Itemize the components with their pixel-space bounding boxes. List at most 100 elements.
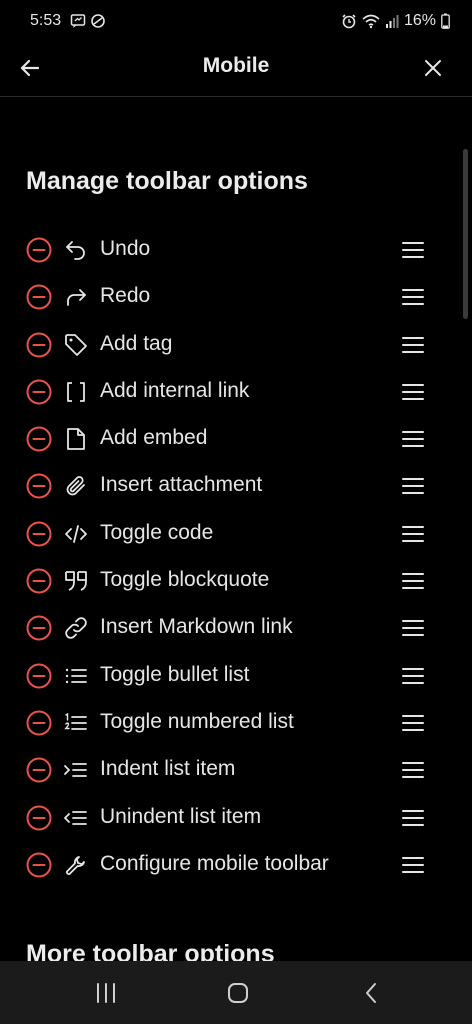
drag-handle-icon xyxy=(402,856,424,873)
drag-handle[interactable] xyxy=(400,710,426,736)
toolbar-item-add-tag: Add tag xyxy=(0,322,472,369)
drag-handle-icon xyxy=(402,525,424,542)
drag-handle-icon xyxy=(402,809,424,826)
drag-handle[interactable] xyxy=(400,473,426,499)
drag-handle[interactable] xyxy=(400,568,426,594)
toolbar-item-label: Undo xyxy=(100,237,151,260)
toolbar-item-insert-markdown-link: Insert Markdown link xyxy=(0,605,472,652)
minus-circle-icon xyxy=(26,615,52,641)
remove-button[interactable] xyxy=(26,237,52,263)
toolbar-item-undo: Undo xyxy=(0,227,472,274)
bullet-list-icon xyxy=(63,663,89,689)
drag-handle-icon xyxy=(402,714,424,731)
drag-handle[interactable] xyxy=(400,379,426,405)
drag-handle[interactable] xyxy=(400,663,426,689)
minus-circle-icon xyxy=(26,757,52,783)
remove-button[interactable] xyxy=(26,332,52,358)
toolbar-item-redo: Redo xyxy=(0,274,472,321)
drag-handle-icon xyxy=(402,478,424,495)
battery-percent: 16% xyxy=(403,12,436,29)
system-back-button[interactable] xyxy=(358,979,386,1007)
toolbar-item-toggle-bullet-list: Toggle bullet list xyxy=(0,653,472,700)
drag-handle[interactable] xyxy=(400,757,426,783)
undo-icon xyxy=(63,237,89,263)
remove-button[interactable] xyxy=(26,615,52,641)
remove-button[interactable] xyxy=(26,426,52,452)
remove-button[interactable] xyxy=(26,379,52,405)
drag-handle-icon xyxy=(402,242,424,258)
link-icon xyxy=(63,615,89,641)
indent-icon xyxy=(63,757,89,783)
minus-circle-icon xyxy=(26,379,52,405)
close-button[interactable] xyxy=(420,55,446,81)
close-icon xyxy=(425,60,441,76)
drag-handle[interactable] xyxy=(400,426,426,452)
toolbar-item-label: Toggle code xyxy=(100,520,214,544)
minus-circle-icon xyxy=(26,663,52,689)
signal-icon xyxy=(385,13,399,29)
settings-content[interactable]: Manage toolbar options Undo Redo Add tag… xyxy=(0,97,472,961)
toolbar-item-label: Add tag xyxy=(100,331,173,355)
minus-circle-icon xyxy=(26,284,52,310)
drag-handle[interactable] xyxy=(400,852,426,878)
toolbar-item-toggle-code: Toggle code xyxy=(0,511,472,558)
remove-button[interactable] xyxy=(26,757,52,783)
drag-handle-icon xyxy=(402,383,424,400)
drag-handle-icon xyxy=(402,620,424,637)
remove-button[interactable] xyxy=(26,852,52,878)
home-button[interactable] xyxy=(224,979,252,1007)
remove-button[interactable] xyxy=(26,710,52,736)
drag-handle[interactable] xyxy=(400,284,426,310)
toolbar-item-label: Insert Markdown link xyxy=(100,615,293,639)
remove-button[interactable] xyxy=(26,568,52,594)
app-header: Mobile xyxy=(0,44,472,97)
recents-button[interactable] xyxy=(92,979,120,1007)
remove-button[interactable] xyxy=(26,284,52,310)
section-title-manage: Manage toolbar options xyxy=(26,167,308,195)
status-bar: 5:53 16% xyxy=(0,0,472,44)
status-system-icons: 16% xyxy=(341,12,450,30)
minus-circle-icon xyxy=(26,332,52,358)
drag-handle[interactable] xyxy=(400,615,426,641)
vpn-notification-icon xyxy=(90,13,106,29)
minus-circle-icon xyxy=(26,805,52,831)
drag-handle[interactable] xyxy=(400,332,426,358)
toolbar-item-label: Insert attachment xyxy=(100,473,263,497)
home-icon xyxy=(228,983,248,1003)
toolbar-item-label: Toggle numbered list xyxy=(100,709,294,733)
minus-circle-icon xyxy=(26,426,52,452)
toolbar-item-add-internal-link: Add internal link xyxy=(0,369,472,416)
remove-button[interactable] xyxy=(26,473,52,499)
quote-icon xyxy=(63,568,89,594)
toolbar-item-label: Toggle bullet list xyxy=(100,662,250,686)
brackets-icon xyxy=(63,379,89,405)
alarm-icon xyxy=(341,13,357,29)
minus-circle-icon xyxy=(26,521,52,547)
drag-handle[interactable] xyxy=(400,237,426,263)
paperclip-icon xyxy=(63,473,89,499)
chevron-left-icon xyxy=(366,983,376,1003)
toolbar-item-label: Unindent list item xyxy=(100,804,262,828)
toolbar-item-label: Add internal link xyxy=(100,378,250,402)
drag-handle-icon xyxy=(402,762,424,779)
remove-button[interactable] xyxy=(26,521,52,547)
redo-icon xyxy=(63,284,89,310)
tag-icon xyxy=(63,332,89,358)
drag-handle-icon xyxy=(402,431,424,448)
section-title-more: More toolbar options xyxy=(26,940,275,961)
drag-handle[interactable] xyxy=(400,521,426,547)
status-time: 5:53 xyxy=(30,12,62,29)
drag-handle-icon xyxy=(402,336,424,353)
battery-icon xyxy=(441,13,450,29)
drag-handle[interactable] xyxy=(400,805,426,831)
status-notification-icons xyxy=(70,13,106,29)
toolbar-item-indent-list-item: Indent list item xyxy=(0,747,472,794)
code-icon xyxy=(63,521,89,547)
toolbar-item-insert-attachment: Insert attachment xyxy=(0,463,472,510)
drag-handle-icon xyxy=(402,573,424,590)
minus-circle-icon xyxy=(26,237,52,263)
remove-button[interactable] xyxy=(26,663,52,689)
remove-button[interactable] xyxy=(26,805,52,831)
recents-icon xyxy=(97,983,115,1003)
wrench-icon xyxy=(63,852,89,878)
